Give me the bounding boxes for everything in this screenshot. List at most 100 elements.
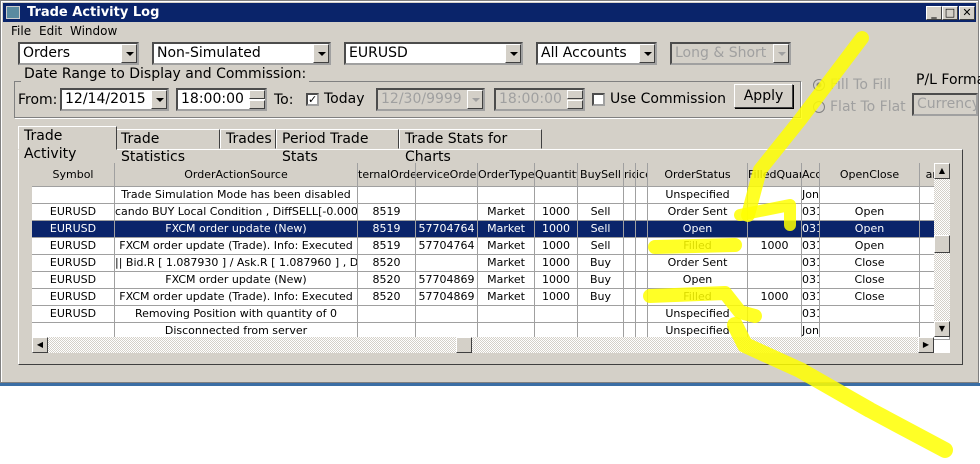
tab-trades[interactable]: Trades — [220, 129, 276, 149]
flat-to-flat-radio[interactable] — [813, 101, 825, 113]
chevron-down-icon[interactable] — [151, 90, 167, 109]
spin-down-icon[interactable] — [249, 100, 265, 109]
table-cell: Market — [478, 238, 535, 255]
grid-header: SymbolOrderActionSourceternalOrderIervic… — [32, 163, 950, 187]
table-cell: 8520 — [358, 255, 416, 272]
tab-trade-statistics[interactable]: Trade Statistics — [115, 129, 220, 165]
table-row[interactable]: Trade Simulation Mode has been disabled U… — [32, 187, 950, 204]
use-commission-checkbox[interactable] — [592, 93, 605, 106]
table-cell: || Bid.R [ 1.087930 ] / Ask.R [ 1.087960… — [115, 255, 358, 272]
table-cell: 0314 — [802, 289, 820, 306]
account-select[interactable]: All Accounts — [536, 42, 657, 65]
table-cell: 57704869 — [416, 289, 478, 306]
from-time-value: 18:00:00 — [181, 91, 244, 107]
table-row[interactable]: EURUSD FXCM order update (Trade). Info: E… — [32, 238, 950, 255]
table-cell — [636, 255, 648, 272]
table-row[interactable]: EURUSD FXCM order update (Trade). Info: E… — [32, 289, 950, 306]
column-header[interactable]: erviceOrderII — [416, 163, 478, 187]
column-header[interactable]: OrderStatus — [648, 163, 748, 187]
tab-trade-stats-for-charts[interactable]: Trade Stats for Charts — [399, 129, 542, 165]
table-cell: 1000 — [748, 289, 802, 306]
table-cell: Order Sent — [648, 204, 748, 221]
table-cell — [416, 204, 478, 221]
vertical-scrollbar[interactable]: ▲ ▼ — [934, 163, 950, 337]
minimize-button[interactable]: _ — [926, 6, 942, 20]
direction-select[interactable]: Long & Short — [670, 42, 791, 65]
table-cell: Open — [648, 272, 748, 289]
table-cell: Unspecified — [648, 187, 748, 204]
column-header[interactable]: OrderType — [478, 163, 535, 187]
table-cell: Sell — [578, 204, 624, 221]
fill-to-fill-radio[interactable] — [813, 79, 825, 91]
scroll-thumb[interactable] — [934, 235, 950, 253]
column-header[interactable]: ternalOrderI — [358, 163, 416, 187]
column-header[interactable]: BuySell — [578, 163, 624, 187]
table-row[interactable]: EURUSD FXCM order update (New) 8519 5770476… — [32, 221, 950, 238]
table-cell — [416, 306, 478, 323]
today-checkbox[interactable]: ✓ — [306, 93, 319, 106]
table-cell — [416, 187, 478, 204]
table-cell: 1000 — [535, 221, 578, 238]
table-cell: 0314 — [802, 221, 820, 238]
title-bar[interactable]: Trade Activity Log — [3, 3, 976, 22]
column-header[interactable]: FilledQuantity — [748, 163, 802, 187]
table-cell: EURUSD — [32, 289, 115, 306]
table-cell — [416, 255, 478, 272]
table-cell: 57704869 — [416, 272, 478, 289]
table-cell: Sell — [578, 221, 624, 238]
scroll-thumb[interactable] — [456, 337, 472, 353]
instrument-select[interactable]: EURUSD — [344, 42, 523, 65]
table-row[interactable]: EURUSD || Bid.R [ 1.087930 ] / Ask.R [ 1.… — [32, 255, 950, 272]
table-cell: Buy — [578, 272, 624, 289]
table-row[interactable]: EURUSD cando BUY Local Condition , DiffSE… — [32, 204, 950, 221]
type-select[interactable]: Orders — [18, 42, 139, 65]
scroll-left-icon[interactable]: ◀ — [32, 337, 48, 353]
flat-to-flat-label: Flat To Flat — [830, 99, 906, 115]
column-header[interactable]: OpenClose — [820, 163, 920, 187]
chevron-down-icon[interactable] — [505, 44, 521, 63]
pl-format-label: P/L Forma — [916, 72, 980, 88]
table-cell: FXCM order update (Trade). Info: Execute… — [115, 238, 358, 255]
trade-activity-grid[interactable]: SymbolOrderActionSourceternalOrderIervic… — [32, 163, 950, 353]
window-title: Trade Activity Log — [27, 5, 160, 20]
horizontal-scrollbar[interactable]: ◀ ▶ — [32, 337, 934, 353]
apply-button[interactable]: Apply — [734, 84, 793, 108]
menu-window[interactable]: Window — [70, 24, 117, 38]
table-row[interactable]: EURUSD FXCM order update (New) 8520 5770486… — [32, 272, 950, 289]
close-button[interactable]: ✕ — [959, 6, 975, 20]
chevron-down-icon[interactable] — [313, 44, 329, 63]
maximize-button[interactable]: □ — [942, 6, 958, 20]
spin-up-icon[interactable] — [249, 90, 265, 99]
table-cell: EURUSD — [32, 306, 115, 323]
chevron-down-icon[interactable] — [639, 44, 655, 63]
table-cell: 1000 — [535, 204, 578, 221]
table-cell: Open — [820, 238, 920, 255]
from-time-input[interactable]: 18:00:00 — [176, 88, 267, 111]
table-cell: 8519 — [358, 221, 416, 238]
table-cell: EURUSD — [32, 272, 115, 289]
pl-format-select: Currency V — [912, 93, 978, 116]
column-header[interactable]: OrderActionSource — [115, 163, 358, 187]
account-value: All Accounts — [541, 45, 627, 61]
column-header[interactable]: Acc — [802, 163, 820, 187]
from-date-picker[interactable]: 12/14/2015 — [60, 88, 169, 111]
tab-period-trade-stats[interactable]: Period Trade Stats — [276, 129, 399, 165]
table-cell: 8519 — [358, 238, 416, 255]
simulation-select[interactable]: Non-Simulated — [152, 42, 331, 65]
scroll-down-icon[interactable]: ▼ — [934, 321, 950, 337]
column-header[interactable]: ice — [636, 163, 648, 187]
desktop-edge — [0, 383, 980, 386]
table-cell — [535, 306, 578, 323]
menu-file[interactable]: File — [11, 24, 31, 38]
column-header[interactable]: Symbol — [32, 163, 115, 187]
scroll-right-icon[interactable]: ▶ — [918, 337, 934, 353]
chevron-down-icon[interactable] — [121, 44, 137, 63]
column-header[interactable]: Quantity — [535, 163, 578, 187]
menu-edit[interactable]: Edit — [39, 24, 62, 38]
tab-trade-activity[interactable]: Trade Activity — [18, 126, 117, 162]
table-cell: Market — [478, 255, 535, 272]
column-header[interactable]: ric — [624, 163, 636, 187]
table-cell: 1000 — [535, 272, 578, 289]
scroll-up-icon[interactable]: ▲ — [934, 163, 950, 179]
table-row[interactable]: EURUSD Removing Position with quantity of… — [32, 306, 950, 323]
